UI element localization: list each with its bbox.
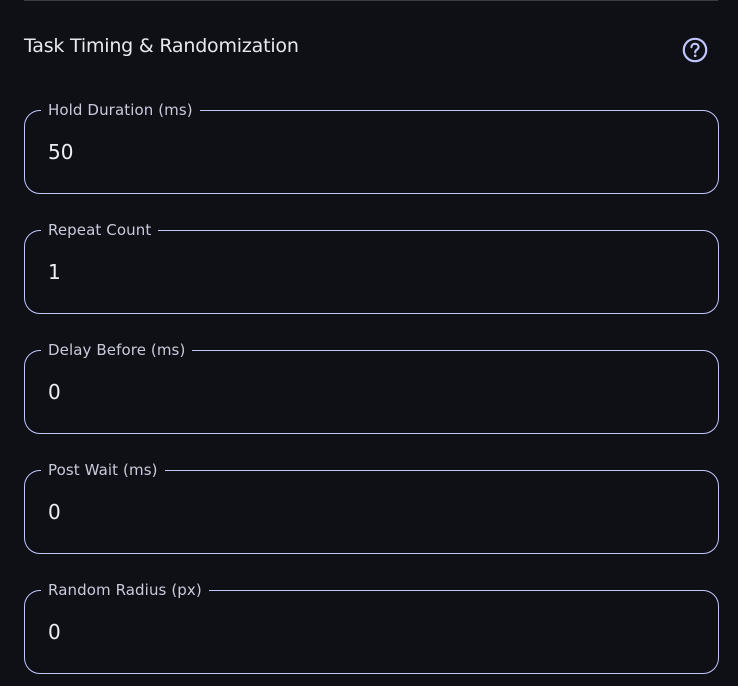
delay-before-label: Delay Before (ms) xyxy=(41,340,193,360)
section-header: Task Timing & Randomization xyxy=(24,28,718,72)
delay-before-field[interactable]: Delay Before (ms) xyxy=(24,340,719,434)
hold-duration-input[interactable] xyxy=(48,134,688,170)
post-wait-label: Post Wait (ms) xyxy=(41,460,165,480)
repeat-count-input[interactable] xyxy=(48,254,688,290)
hold-duration-label: Hold Duration (ms) xyxy=(41,100,200,120)
section-title: Task Timing & Randomization xyxy=(24,35,299,57)
delay-before-input[interactable] xyxy=(48,374,688,410)
repeat-count-field[interactable]: Repeat Count xyxy=(24,220,719,314)
hold-duration-field[interactable]: Hold Duration (ms) xyxy=(24,100,719,194)
post-wait-field[interactable]: Post Wait (ms) xyxy=(24,460,719,554)
divider xyxy=(24,0,718,1)
random-radius-field[interactable]: Random Radius (px) xyxy=(24,580,719,674)
help-circle-icon[interactable] xyxy=(682,37,708,63)
random-radius-label: Random Radius (px) xyxy=(41,580,209,600)
post-wait-input[interactable] xyxy=(48,494,688,530)
repeat-count-label: Repeat Count xyxy=(41,220,159,240)
task-timing-panel: Task Timing & Randomization Hold Duratio… xyxy=(0,0,738,686)
random-radius-input[interactable] xyxy=(48,614,688,650)
